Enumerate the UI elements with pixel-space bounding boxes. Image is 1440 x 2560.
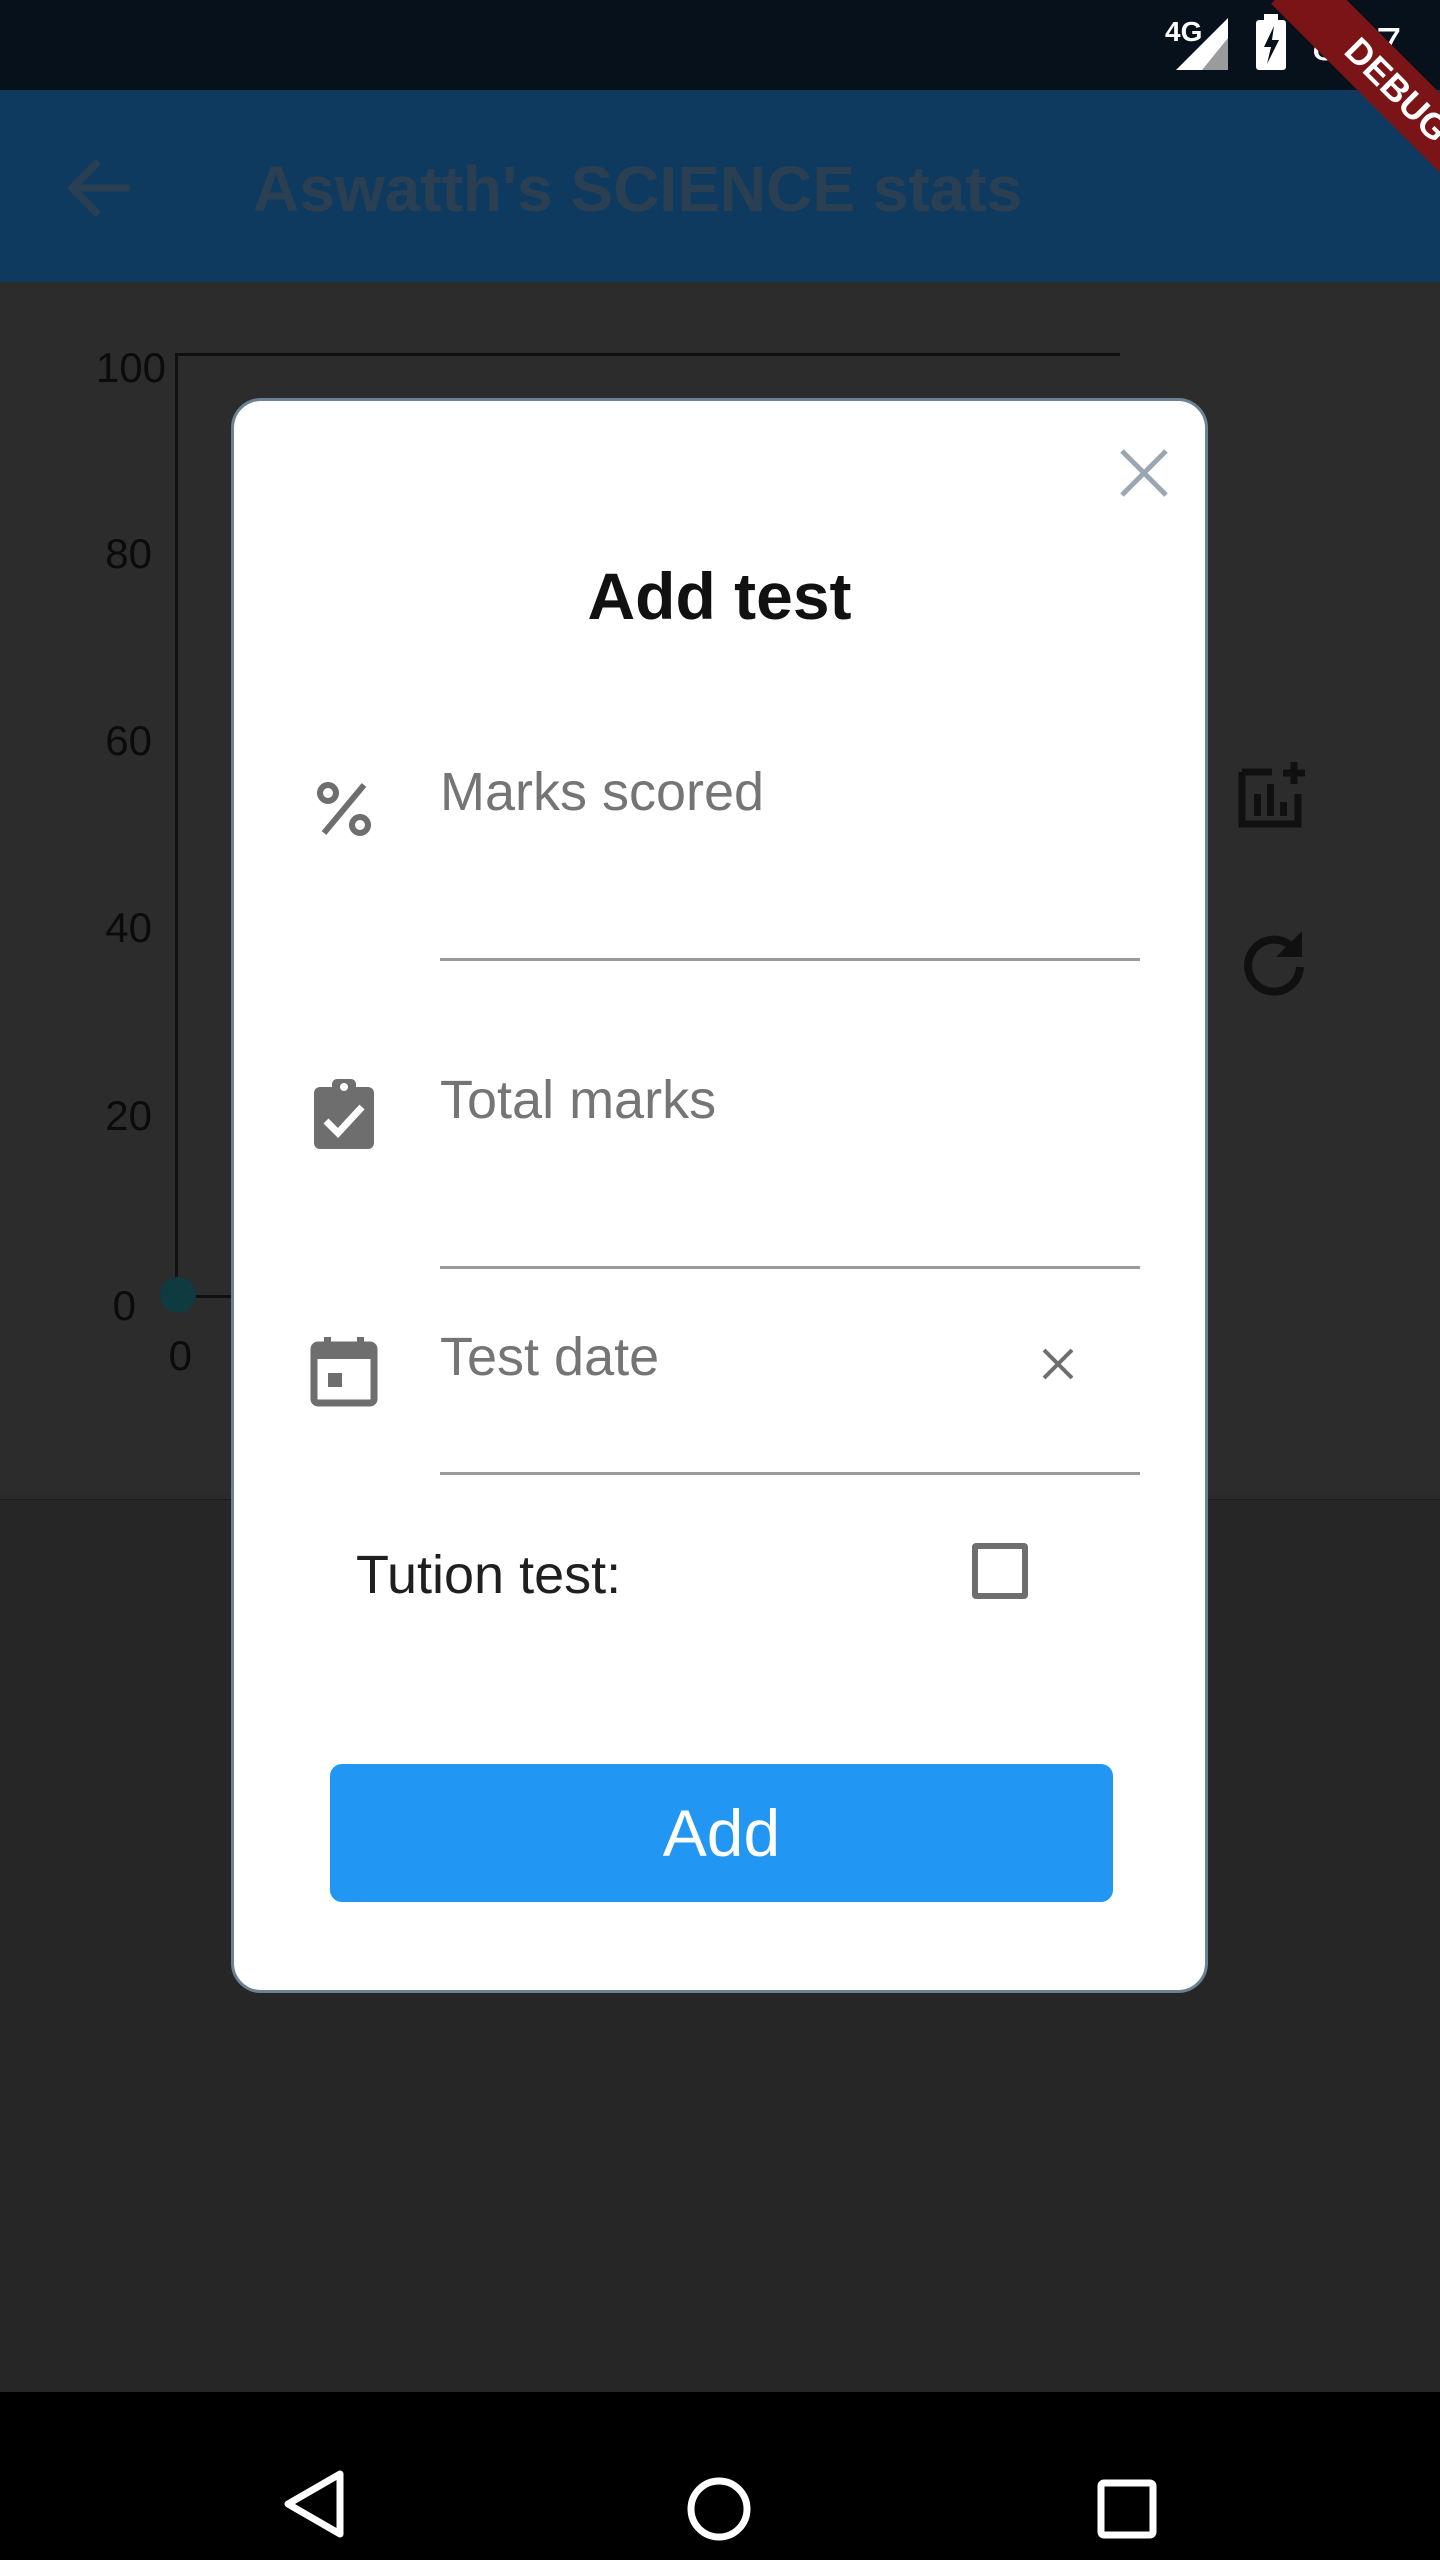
tution-test-checkbox[interactable] — [972, 1543, 1028, 1599]
y-tick-label: 100 — [95, 344, 166, 391]
chart-top-border — [176, 353, 1120, 356]
percent-icon — [317, 782, 371, 836]
y-axis — [175, 353, 178, 1298]
y-tick-label: 60 — [105, 717, 152, 764]
total-marks-placeholder: Total marks — [440, 1070, 717, 1130]
calendar-icon — [310, 1337, 378, 1407]
nav-back-icon[interactable] — [284, 2470, 346, 2538]
debug-banner: DEBUG — [1222, 0, 1440, 218]
add-test-dialog: Add test Marks scored Total marks Test d… — [231, 398, 1208, 1993]
test-date-placeholder: Test date — [440, 1327, 660, 1387]
y-tick-label: 0 — [112, 1282, 136, 1329]
add-chart-icon[interactable] — [1236, 760, 1312, 830]
debug-label: DEBUG — [1271, 0, 1440, 216]
total-marks-field[interactable]: Total marks — [440, 1069, 1140, 1269]
dialog-title: Add test — [587, 559, 852, 633]
navigation-bar — [0, 2392, 1440, 2560]
add-button-label: Add — [662, 1796, 781, 1870]
clipboard-check-icon — [314, 1079, 374, 1149]
refresh-icon[interactable] — [1240, 927, 1310, 997]
y-tick-label: 20 — [105, 1092, 152, 1139]
total-marks-underline — [440, 1266, 1140, 1269]
test-date-field[interactable]: Test date — [440, 1326, 1140, 1476]
page-title: Aswatth's SCIENCE stats — [253, 153, 1023, 225]
clear-icon[interactable] — [1040, 1346, 1076, 1382]
nav-home-icon[interactable] — [686, 2476, 752, 2542]
tution-test-label: Tution test: — [356, 1545, 622, 1605]
marks-scored-underline — [440, 958, 1140, 961]
data-point — [160, 1277, 196, 1313]
test-date-underline — [440, 1472, 1140, 1475]
marks-scored-placeholder: Marks scored — [440, 762, 765, 822]
nav-recents-icon[interactable] — [1096, 2478, 1158, 2540]
y-tick-label: 40 — [105, 904, 152, 951]
signal-icon — [1176, 18, 1228, 70]
x-tick-label: 0 — [168, 1332, 192, 1379]
add-button[interactable]: Add — [330, 1764, 1113, 1902]
y-tick-label: 80 — [105, 530, 152, 577]
marks-scored-field[interactable]: Marks scored — [440, 761, 1140, 961]
close-icon[interactable] — [1116, 445, 1172, 501]
back-arrow-icon[interactable] — [66, 156, 130, 220]
